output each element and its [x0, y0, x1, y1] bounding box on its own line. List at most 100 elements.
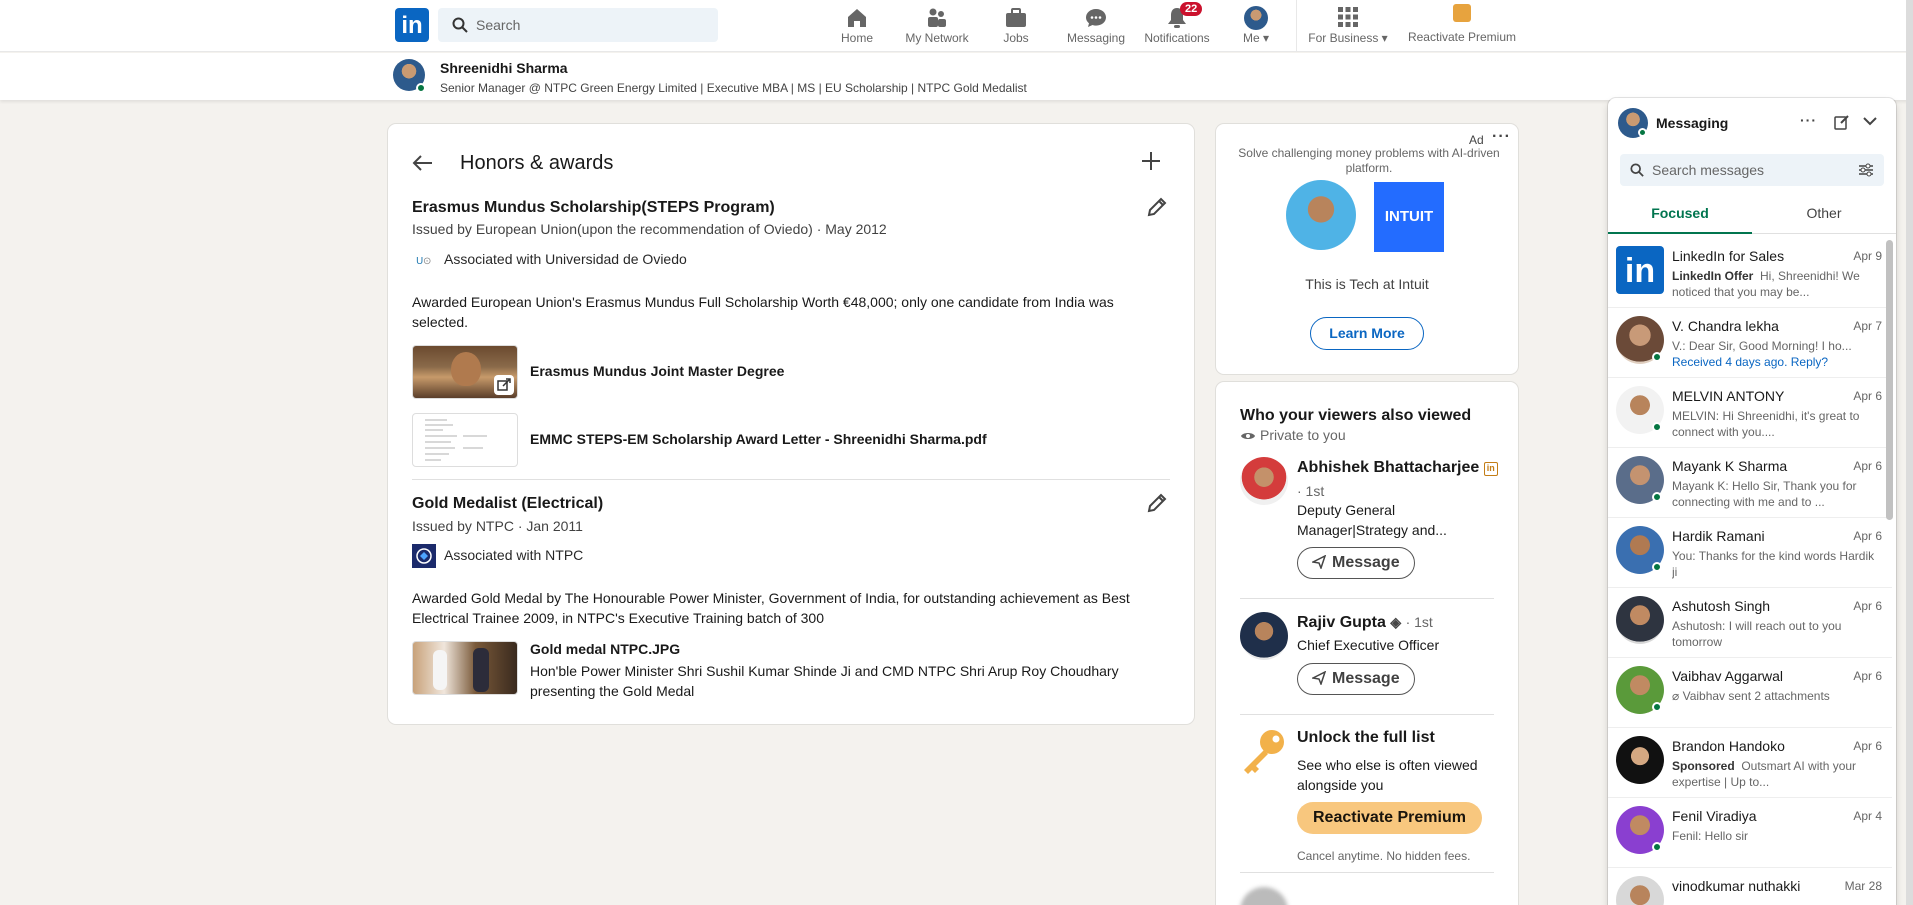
person-name[interactable]: Rajiv Gupta ◈ · 1st	[1297, 614, 1433, 632]
edit-pencil-icon[interactable]	[1146, 196, 1168, 218]
online-status-dot	[1652, 352, 1662, 362]
key-icon	[1244, 730, 1284, 774]
cancel-note: Cancel anytime. No hidden fees.	[1297, 849, 1471, 863]
media-title[interactable]: Gold medal NTPC.JPG	[530, 641, 680, 657]
messaging-scrollbar[interactable]	[1886, 240, 1893, 520]
ad-text: Solve challenging money problems with AI…	[1238, 146, 1500, 175]
chevron-down-icon: ▾	[1262, 31, 1270, 45]
reply-prompt[interactable]: Received 4 days ago. Reply?	[1672, 355, 1828, 369]
home-icon	[848, 9, 866, 27]
page-title: Honors & awards	[460, 152, 614, 174]
conversation-item[interactable]: in LinkedIn for Sales Apr 9 LinkedIn Off…	[1608, 238, 1892, 308]
avatar[interactable]	[1240, 457, 1288, 505]
award-description: Awarded European Union's Erasmus Mundus …	[412, 294, 1114, 330]
more-options-icon[interactable]: ···	[1492, 128, 1511, 146]
svg-text:⊙: ⊙	[423, 256, 431, 267]
conversation-preview: LinkedIn Offer Hi, Shreenidhi! We notice…	[1672, 268, 1878, 300]
nav-reactivate-premium[interactable]: Reactivate Premium	[1404, 0, 1520, 52]
external-link-icon[interactable]	[494, 375, 514, 395]
messages-search-input[interactable]	[1652, 154, 1852, 186]
conversation-preview: Mayank K: Hello Sir, Thank you for conne…	[1672, 479, 1857, 509]
conversation-date: Apr 6	[1853, 739, 1882, 753]
linkedin-logo[interactable]: in	[395, 8, 429, 42]
nav-label: Me ▾	[1230, 31, 1282, 45]
conversation-name: vinodkumar nuthakki	[1672, 878, 1801, 894]
conversation-name: Fenil Viradiya	[1672, 808, 1757, 824]
conversation-item[interactable]: Vaibhav Aggarwal Apr 6 ⌀ Vaibhav sent 2 …	[1608, 658, 1892, 728]
conversation-item[interactable]: Mayank K Sharma Apr 6 Mayank K: Hello Si…	[1608, 448, 1892, 518]
nav-me-label: Me	[1242, 31, 1260, 45]
conversation-item[interactable]: MELVIN ANTONY Apr 6 MELVIN: Hi Shreenidh…	[1608, 378, 1892, 448]
preview-text: V.: Dear Sir, Good Morning! I ho...	[1672, 339, 1852, 353]
university-logo-icon: U ⊙	[414, 254, 434, 267]
preview-prefix: LinkedIn Offer	[1672, 269, 1754, 283]
messaging-title[interactable]: Messaging	[1656, 115, 1728, 131]
media-thumbnail[interactable]	[412, 641, 518, 695]
conversation-date: Apr 6	[1853, 389, 1882, 403]
conversation-item[interactable]: Brandon Handoko Apr 6 Sponsored Outsmart…	[1608, 728, 1892, 798]
nav-messaging[interactable]: Messaging	[1060, 0, 1132, 52]
add-icon[interactable]	[1140, 146, 1162, 180]
nav-for-business[interactable]: For Business ▾	[1306, 0, 1390, 52]
jobs-icon	[1006, 8, 1026, 27]
send-icon	[1312, 671, 1326, 685]
filter-icon[interactable]	[1858, 163, 1874, 177]
conversation-item[interactable]: V. Chandra lekha Apr 7 V.: Dear Sir, Goo…	[1608, 308, 1892, 378]
nav-notifications[interactable]: 22 Notifications	[1140, 0, 1214, 52]
page-scrollbar[interactable]	[1906, 0, 1913, 905]
avatar	[1616, 736, 1664, 784]
nav-my-network[interactable]: My Network	[898, 0, 976, 52]
media-thumbnail[interactable]	[412, 345, 518, 399]
search-icon	[452, 17, 468, 33]
edit-pencil-icon[interactable]	[1146, 492, 1168, 514]
nav-home[interactable]: Home	[830, 0, 884, 52]
private-note: Private to you	[1240, 427, 1346, 443]
ad-card: Ad ··· Solve challenging money problems …	[1216, 124, 1518, 374]
divider	[1240, 872, 1494, 873]
eye-icon	[1241, 433, 1255, 439]
avatar[interactable]	[1240, 612, 1288, 660]
connection-degree: · 1st	[1405, 614, 1433, 630]
search-input[interactable]	[476, 8, 706, 42]
message-button[interactable]: Message	[1297, 547, 1415, 579]
profile-sticky-bar: Shreenidhi Sharma Senior Manager @ NTPC …	[0, 53, 1913, 100]
tab-other[interactable]: Other	[1752, 198, 1896, 234]
conversation-item[interactable]: Fenil Viradiya Apr 4 Fenil: Hello sir	[1608, 798, 1892, 868]
conversation-date: Apr 7	[1853, 319, 1882, 333]
intuit-logo[interactable]: INTUIT	[1374, 182, 1444, 252]
search-box[interactable]	[438, 8, 718, 42]
nav-label: Jobs	[1003, 31, 1029, 45]
conversation-preview: MELVIN: Hi Shreenidhi, it's great to con…	[1672, 409, 1860, 439]
divider	[1240, 714, 1494, 715]
reactivate-premium-button[interactable]: Reactivate Premium	[1297, 802, 1482, 834]
nav-me[interactable]: Me ▾	[1230, 0, 1282, 52]
person-name[interactable]: Abhishek Bhattacharjee in	[1297, 459, 1498, 477]
conversation-preview: Sponsored Outsmart AI with your expertis…	[1672, 758, 1878, 790]
back-arrow-icon[interactable]	[412, 152, 434, 180]
message-button[interactable]: Message	[1297, 663, 1415, 695]
conversation-date: Apr 6	[1853, 529, 1882, 543]
award-issuer: Issued by European Union(upon the recomm…	[412, 221, 887, 237]
conversation-item[interactable]: Hardik Ramani Apr 6 You: Thanks for the …	[1608, 518, 1892, 588]
viewers-also-viewed-card: Who your viewers also viewed Private to …	[1216, 382, 1518, 905]
media-title[interactable]: Erasmus Mundus Joint Master Degree	[530, 363, 784, 379]
tab-focused[interactable]: Focused	[1608, 198, 1752, 234]
compose-icon[interactable]	[1834, 114, 1850, 130]
person-name-text: Abhishek Bhattacharjee	[1297, 459, 1480, 476]
conversation-preview: You: Thanks for the kind words Hardik ji	[1672, 549, 1875, 579]
learn-more-button[interactable]: Learn More	[1310, 317, 1424, 350]
messages-search-box[interactable]	[1620, 154, 1884, 186]
nav-jobs[interactable]: Jobs	[988, 0, 1044, 52]
ntpc-logo-icon	[412, 544, 436, 568]
person-headline: Deputy General Manager|Strategy and...	[1297, 502, 1447, 538]
unlock-text: See who else is often viewed alongside y…	[1297, 757, 1478, 793]
online-status-dot	[1652, 702, 1662, 712]
conversation-item[interactable]: vinodkumar nuthakki Mar 28	[1608, 868, 1892, 905]
nav-label: Messaging	[1066, 31, 1126, 45]
more-options-icon[interactable]: ···	[1800, 112, 1817, 128]
conversation-item[interactable]: Ashutosh Singh Apr 6 Ashutosh: I will re…	[1608, 588, 1892, 658]
online-status-dot	[1652, 492, 1662, 502]
chevron-down-icon[interactable]	[1862, 116, 1878, 126]
media-thumbnail[interactable]	[412, 413, 518, 467]
media-title[interactable]: EMMC STEPS-EM Scholarship Award Letter -…	[530, 431, 987, 447]
